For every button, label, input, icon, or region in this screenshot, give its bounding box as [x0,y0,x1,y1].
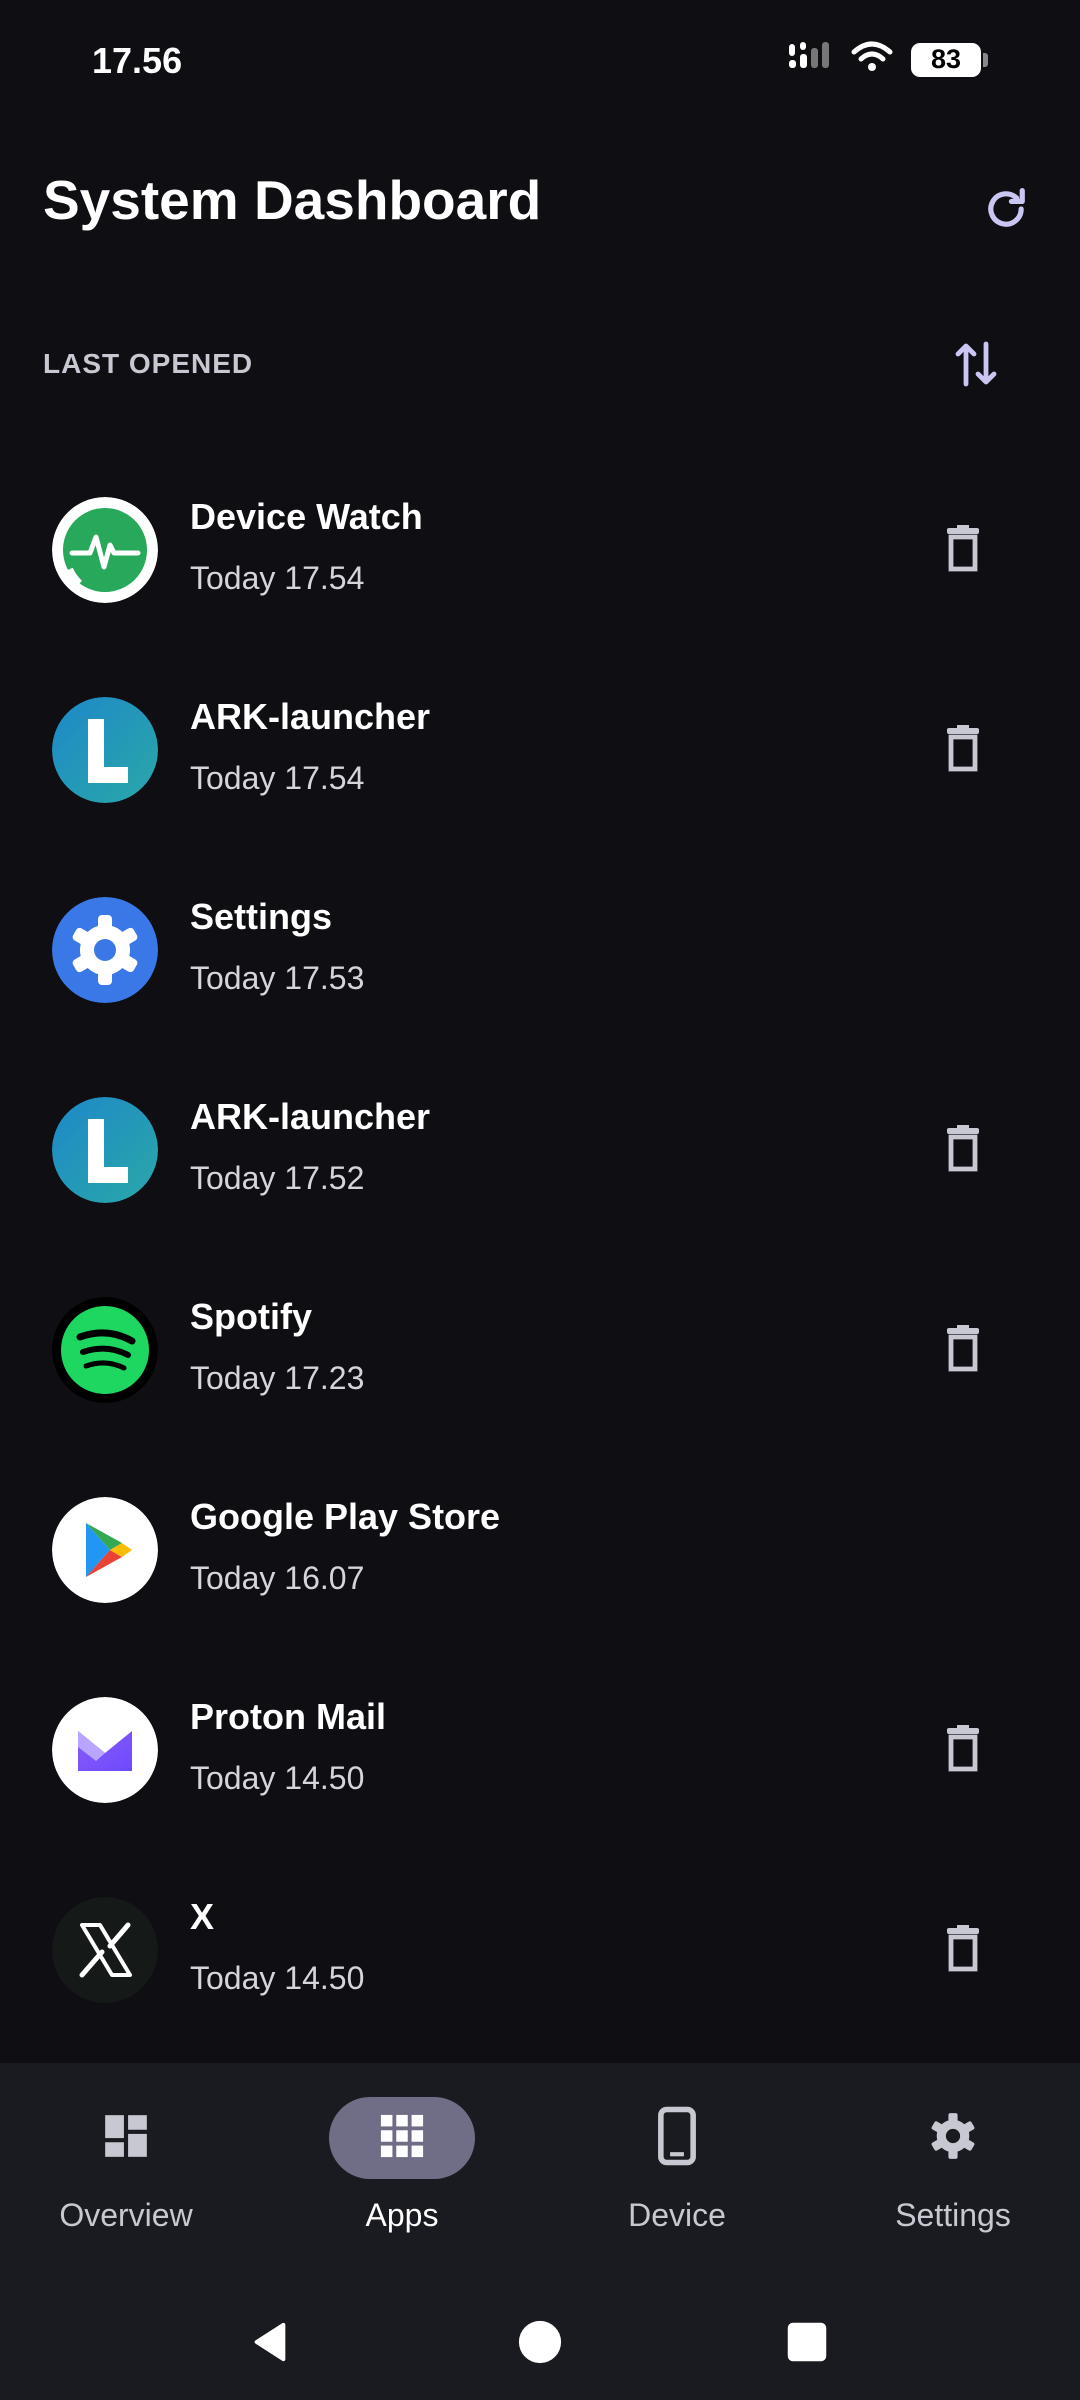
dashboard-icon [101,2111,151,2166]
apps-grid-icon [379,2113,425,2164]
app-time: Today 14.50 [190,1960,365,1996]
nav-label: Overview [59,2197,193,2233]
delete-button[interactable] [928,1716,998,1786]
list-item[interactable]: ARK-launcher Today 17.52 [0,1050,1080,1250]
list-item[interactable]: Device Watch Today 17.54 [0,450,1080,650]
app-time: Today 17.23 [190,1360,365,1396]
nav-label: Settings [895,2197,1011,2233]
list-item[interactable]: Google Play Store Today 16.07 [0,1450,1080,1650]
trash-icon [943,1324,983,1378]
play-store-icon [52,1497,158,1603]
app-name: Device Watch [190,496,423,537]
trash-icon [943,524,983,578]
app-name: ARK-launcher [190,1096,431,1137]
nav-label: Device [628,2197,726,2233]
nav-item-device[interactable]: Device [562,2095,792,2245]
app-list: Device Watch Today 17.54 ARK-launcher To… [0,450,1080,2050]
app-name: Google Play Store [190,1496,501,1537]
device-watch-icon [52,497,158,603]
list-item[interactable]: Proton Mail Today 14.50 [0,1650,1080,1850]
app-name: ARK-launcher [190,696,431,737]
trash-icon [943,724,983,778]
nav-item-settings[interactable]: Settings [838,2095,1068,2245]
ark-launcher-icon [52,697,158,803]
back-button[interactable] [240,2314,300,2374]
app-name: Settings [190,896,333,937]
delete-button[interactable] [928,716,998,786]
x-icon [52,1897,158,2003]
list-item[interactable]: ARK-launcher Today 17.54 [0,650,1080,850]
settings-app-icon [52,897,158,1003]
app-time: Today 17.53 [190,960,365,996]
list-item[interactable]: X Today 14.50 [0,1850,1080,2050]
system-nav-bar [0,2290,1080,2390]
delete-button[interactable] [928,1116,998,1186]
status-bar: 17.56 83 [0,0,1080,120]
status-icons: 83 [789,40,988,79]
nav-pill [604,2097,750,2179]
section-label: LAST OPENED [43,348,254,379]
delete-button[interactable] [928,1316,998,1386]
trash-icon [943,1124,983,1178]
recents-icon [786,2321,828,2368]
app-time: Today 17.54 [190,760,365,796]
gear-icon [926,2109,980,2168]
home-icon [517,2319,563,2370]
battery-cap [983,52,988,67]
list-item[interactable]: Spotify Today 17.23 [0,1250,1080,1450]
app-name: X [190,1896,215,1937]
app-name: Proton Mail [190,1696,386,1737]
trash-icon [943,1724,983,1778]
app-time: Today 14.50 [190,1760,365,1796]
nav-pill [329,2097,475,2179]
app-time: Today 17.52 [190,1160,365,1196]
sort-icon [954,338,998,395]
refresh-icon [980,183,1032,240]
list-item[interactable]: Settings Today 17.53 [0,850,1080,1050]
nav-pill [880,2097,1026,2179]
app-name: Spotify [190,1296,312,1337]
battery-indicator: 83 [911,42,988,77]
nav-item-apps[interactable]: Apps [287,2095,517,2245]
nav-pill [53,2097,199,2179]
delete-button[interactable] [928,516,998,586]
status-time: 17.56 [92,40,183,81]
home-button[interactable] [510,2314,570,2374]
delete-button[interactable] [928,1916,998,1986]
phone-icon [655,2106,699,2171]
trash-icon [943,1924,983,1978]
proton-mail-icon [52,1697,158,1803]
battery-level: 83 [911,42,981,77]
nav-item-overview[interactable]: Overview [11,2095,241,2245]
spotify-icon [52,1297,158,1403]
refresh-button[interactable] [970,175,1042,247]
wifi-icon [851,40,893,79]
back-icon [247,2319,293,2370]
app-time: Today 17.54 [190,560,365,596]
nav-label: Apps [365,2197,439,2233]
recents-button[interactable] [777,2314,837,2374]
signal-icon [789,40,833,79]
sort-button[interactable] [940,330,1012,402]
app-time: Today 16.07 [190,1560,365,1596]
page-title: System Dashboard [43,169,542,231]
ark-launcher-icon [52,1097,158,1203]
